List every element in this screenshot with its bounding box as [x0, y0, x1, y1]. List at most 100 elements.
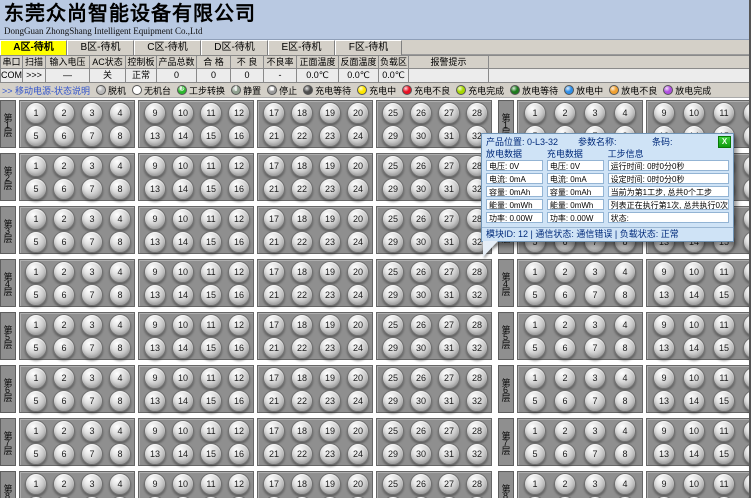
- battery-slot[interactable]: 15: [200, 337, 222, 359]
- battery-slot[interactable]: 6: [554, 390, 576, 412]
- battery-slot[interactable]: 12: [743, 261, 751, 283]
- tab-d-zone[interactable]: D区-待机: [201, 40, 268, 55]
- battery-slot[interactable]: 2: [53, 367, 75, 389]
- battery-slot[interactable]: 9: [144, 314, 166, 336]
- battery-slot[interactable]: 9: [144, 473, 166, 495]
- battery-slot[interactable]: 27: [438, 473, 460, 495]
- battery-slot[interactable]: 7: [584, 284, 606, 306]
- battery-slot[interactable]: 10: [172, 155, 194, 177]
- battery-slot[interactable]: 22: [291, 178, 313, 200]
- battery-slot[interactable]: 16: [743, 125, 751, 147]
- battery-slot[interactable]: 16: [228, 231, 250, 253]
- battery-slot[interactable]: 4: [109, 208, 131, 230]
- battery-slot[interactable]: 6: [554, 284, 576, 306]
- battery-slot[interactable]: 14: [683, 284, 705, 306]
- battery-slot[interactable]: 26: [410, 420, 432, 442]
- battery-slot[interactable]: 31: [438, 125, 460, 147]
- battery-slot[interactable]: 11: [713, 473, 735, 495]
- battery-slot[interactable]: 3: [584, 473, 606, 495]
- battery-slot[interactable]: 21: [263, 231, 285, 253]
- battery-slot[interactable]: 11: [713, 261, 735, 283]
- battery-slot[interactable]: 12: [228, 208, 250, 230]
- battery-slot[interactable]: 3: [81, 367, 103, 389]
- tab-e-zone[interactable]: E区-待机: [268, 40, 335, 55]
- battery-slot[interactable]: 4: [109, 473, 131, 495]
- tab-a-zone[interactable]: A区-待机: [0, 40, 67, 55]
- battery-slot[interactable]: 19: [319, 102, 341, 124]
- battery-slot[interactable]: 24: [347, 125, 369, 147]
- battery-slot[interactable]: 27: [438, 155, 460, 177]
- battery-slot[interactable]: 12: [743, 473, 751, 495]
- battery-slot[interactable]: 20: [347, 473, 369, 495]
- battery-slot[interactable]: 30: [410, 443, 432, 465]
- battery-slot[interactable]: 9: [144, 261, 166, 283]
- battery-slot[interactable]: 31: [438, 390, 460, 412]
- battery-slot[interactable]: 14: [172, 284, 194, 306]
- battery-slot[interactable]: 8: [109, 337, 131, 359]
- battery-slot[interactable]: 6: [53, 231, 75, 253]
- battery-slot[interactable]: 3: [81, 473, 103, 495]
- battery-slot[interactable]: 13: [653, 443, 675, 465]
- battery-slot[interactable]: 8: [109, 390, 131, 412]
- battery-slot[interactable]: 19: [319, 261, 341, 283]
- battery-slot[interactable]: 24: [347, 284, 369, 306]
- battery-slot[interactable]: 1: [524, 420, 546, 442]
- battery-slot[interactable]: 10: [172, 473, 194, 495]
- battery-slot[interactable]: 5: [25, 125, 47, 147]
- battery-slot[interactable]: 30: [410, 125, 432, 147]
- battery-slot[interactable]: 9: [653, 314, 675, 336]
- battery-slot[interactable]: 1: [25, 314, 47, 336]
- battery-slot[interactable]: 28: [466, 420, 488, 442]
- battery-slot[interactable]: 10: [683, 473, 705, 495]
- battery-slot[interactable]: 30: [410, 390, 432, 412]
- battery-slot[interactable]: 26: [410, 102, 432, 124]
- battery-slot[interactable]: 11: [200, 261, 222, 283]
- battery-slot[interactable]: 15: [200, 284, 222, 306]
- battery-slot[interactable]: 7: [584, 337, 606, 359]
- battery-slot[interactable]: 2: [53, 102, 75, 124]
- battery-slot[interactable]: 25: [382, 102, 404, 124]
- battery-slot[interactable]: 13: [144, 231, 166, 253]
- battery-slot[interactable]: 13: [144, 337, 166, 359]
- battery-slot[interactable]: 14: [172, 125, 194, 147]
- battery-slot[interactable]: 16: [743, 284, 751, 306]
- battery-slot[interactable]: 32: [466, 390, 488, 412]
- battery-slot[interactable]: 27: [438, 261, 460, 283]
- tab-c-zone[interactable]: C区-待机: [134, 40, 201, 55]
- battery-slot[interactable]: 12: [228, 473, 250, 495]
- battery-slot[interactable]: 3: [81, 420, 103, 442]
- battery-slot[interactable]: 19: [319, 420, 341, 442]
- battery-slot[interactable]: 11: [713, 102, 735, 124]
- battery-slot[interactable]: 14: [683, 390, 705, 412]
- battery-slot[interactable]: 10: [683, 102, 705, 124]
- battery-slot[interactable]: 22: [291, 284, 313, 306]
- battery-slot[interactable]: 2: [554, 261, 576, 283]
- battery-slot[interactable]: 18: [291, 367, 313, 389]
- battery-slot[interactable]: 1: [25, 102, 47, 124]
- battery-slot[interactable]: 16: [743, 337, 751, 359]
- battery-slot[interactable]: 4: [614, 314, 636, 336]
- battery-slot[interactable]: 11: [200, 314, 222, 336]
- battery-slot[interactable]: 6: [554, 337, 576, 359]
- battery-slot[interactable]: 4: [109, 155, 131, 177]
- battery-slot[interactable]: 9: [144, 208, 166, 230]
- battery-slot[interactable]: 8: [109, 125, 131, 147]
- battery-slot[interactable]: 12: [743, 420, 751, 442]
- battery-slot[interactable]: 3: [584, 261, 606, 283]
- battery-slot[interactable]: 5: [524, 284, 546, 306]
- battery-slot[interactable]: 28: [466, 314, 488, 336]
- battery-slot[interactable]: 3: [81, 261, 103, 283]
- battery-slot[interactable]: 1: [524, 314, 546, 336]
- battery-slot[interactable]: 15: [200, 178, 222, 200]
- battery-slot[interactable]: 23: [319, 337, 341, 359]
- battery-slot[interactable]: 25: [382, 314, 404, 336]
- battery-slot[interactable]: 26: [410, 155, 432, 177]
- battery-slot[interactable]: 12: [228, 261, 250, 283]
- battery-slot[interactable]: 12: [228, 314, 250, 336]
- battery-slot[interactable]: 26: [410, 473, 432, 495]
- battery-slot[interactable]: 25: [382, 155, 404, 177]
- battery-slot[interactable]: 11: [713, 314, 735, 336]
- battery-slot[interactable]: 11: [713, 367, 735, 389]
- battery-slot[interactable]: 15: [200, 390, 222, 412]
- battery-slot[interactable]: 8: [109, 443, 131, 465]
